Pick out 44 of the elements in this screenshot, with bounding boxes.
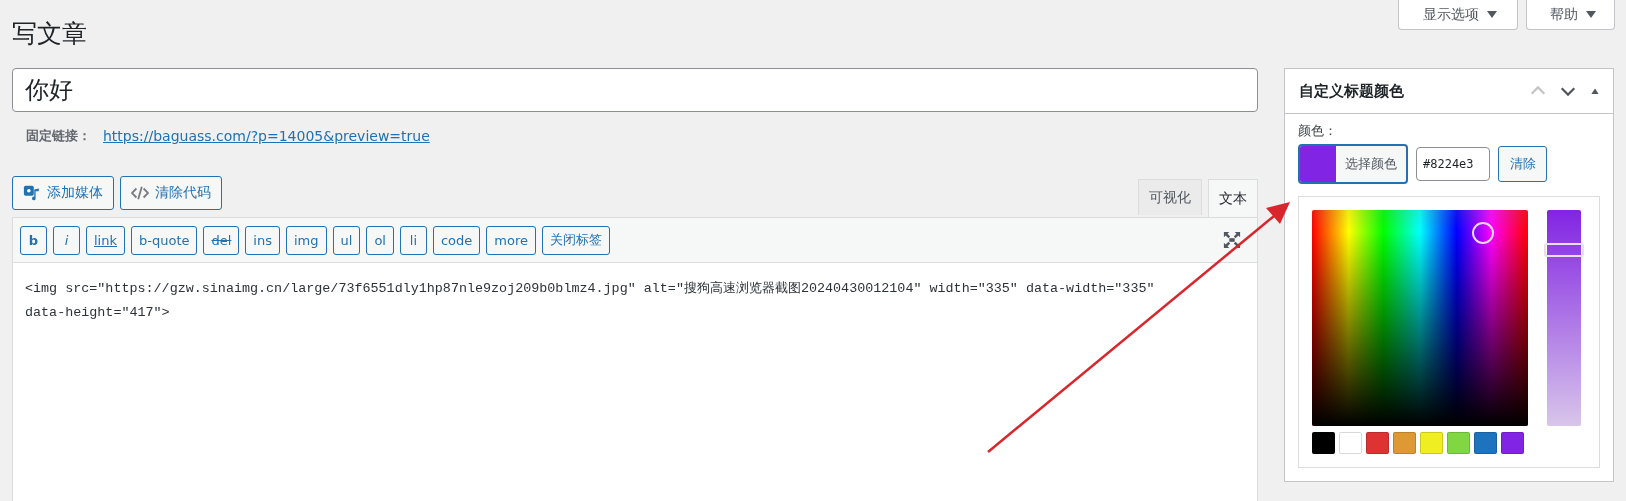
color-label: 颜色： (1298, 122, 1338, 140)
quicktag-button[interactable]: ol (366, 225, 394, 255)
shade-slider[interactable] (1547, 210, 1581, 426)
color-swatch[interactable] (1339, 432, 1362, 454)
quicktag-button[interactable]: b (20, 225, 47, 255)
color-swatch[interactable] (1366, 432, 1389, 454)
quicktag-button[interactable]: del (203, 225, 240, 255)
box-title: 自定义标题颜色 (1299, 81, 1404, 101)
editor-tab[interactable]: 文本 (1208, 179, 1258, 217)
add-media-button[interactable]: 添加媒体 (12, 176, 114, 210)
content-text: <img src="https://gzw.sinaimg.cn/large/73f6551dly1hp87nle9zoj209b0blmz4.jpg" alt="搜狗高速浏览器截图20240430012104" width="335" data-width="335" data-height="417"> (24, 280, 1156, 322)
page-title: 写文章 (12, 18, 88, 50)
color-swatch[interactable] (1501, 432, 1524, 454)
picker-handle[interactable] (1472, 222, 1494, 244)
quicktag-button[interactable]: ul (332, 225, 361, 255)
quicktag-button[interactable]: code (432, 225, 481, 255)
dropdown-button[interactable]: 帮助 (1526, 0, 1615, 30)
clear-button[interactable]: 清除 (1498, 146, 1547, 182)
quicktag-button[interactable]: more (486, 225, 536, 255)
color-swatch[interactable] (1312, 432, 1335, 454)
clear-code-button[interactable]: 清除代码 (120, 176, 222, 210)
color-gradient-square[interactable] (1312, 210, 1528, 426)
slider-handle[interactable] (1544, 242, 1584, 257)
color-swatch[interactable] (1420, 432, 1443, 454)
code-icon (131, 184, 149, 202)
quicktag-button[interactable]: 关闭标签 (542, 225, 610, 255)
quicktag-button[interactable]: link (86, 225, 125, 255)
color-swatch[interactable] (1474, 432, 1497, 454)
permalink-link[interactable]: https://baguass.com/?p=14005&preview=true (103, 128, 430, 144)
fullscreen-icon[interactable] (1222, 231, 1242, 249)
quicktag-button[interactable]: img (286, 225, 327, 255)
color-swatch[interactable] (1393, 432, 1416, 454)
editor-tab[interactable]: 可视化 (1138, 179, 1202, 215)
permalink-label: 固定链接： (26, 127, 91, 145)
quicktag-button[interactable]: b-quote (131, 225, 198, 255)
color-swatch[interactable] (1447, 432, 1470, 454)
dropdown-button[interactable]: 显示选项 (1398, 0, 1518, 30)
quicktag-button[interactable]: i (53, 225, 80, 255)
title-field[interactable]: 你好 (12, 68, 1258, 112)
select-color-button[interactable]: 选择颜色 (1298, 144, 1408, 184)
quicktag-button[interactable]: ins (245, 225, 280, 255)
quicktag-button[interactable]: li (399, 225, 427, 255)
media-icon (23, 184, 41, 202)
hex-input[interactable]: #8224e3 (1416, 147, 1490, 181)
